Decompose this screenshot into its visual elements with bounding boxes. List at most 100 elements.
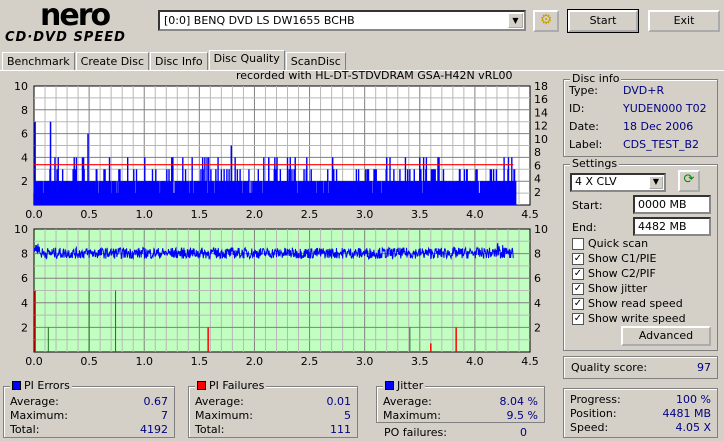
id-value: YUDEN000 T02 — [623, 102, 707, 115]
checkbox-label: Show C1/PIE — [588, 252, 657, 265]
pi-errors-swatch — [12, 381, 21, 390]
total-label: Total: — [195, 423, 225, 436]
maximum-label: Maximum: — [10, 409, 68, 422]
y-tick-label: 2 — [21, 175, 28, 188]
x-tick-label: 1.5 — [191, 208, 209, 221]
y2-tick-label: 12 — [534, 120, 548, 133]
settings-title: Settings — [570, 157, 620, 170]
jitter-average: 8.04 % — [499, 395, 538, 408]
x-tick-label: 1.0 — [135, 355, 153, 368]
x-tick-label: 4.0 — [466, 355, 484, 368]
jitter-swatch — [385, 381, 394, 390]
y-tick-label: 10 — [14, 80, 28, 93]
checkbox-show-jitter[interactable]: ✓ Show jitter — [572, 282, 647, 295]
speed-label: Speed: — [570, 421, 609, 434]
x-tick-label: 3.0 — [356, 355, 374, 368]
speed-value: 4 X CLV — [575, 175, 617, 188]
y2-tick-label: 4 — [534, 297, 541, 310]
y2-tick-label: 10 — [534, 223, 548, 236]
id-label: ID: — [569, 102, 585, 115]
pi-errors-maximum: 7 — [161, 409, 168, 422]
x-tick-label: 0.0 — [25, 208, 43, 221]
x-tick-label: 2.0 — [246, 208, 264, 221]
y2-tick-label: 8 — [534, 146, 541, 159]
checkbox-box[interactable] — [572, 237, 584, 250]
x-tick-label: 4.0 — [466, 208, 484, 221]
y2-tick-label: 10 — [534, 133, 548, 146]
quality-score-box: Quality score: 97 — [563, 356, 718, 379]
x-tick-label: 2.0 — [246, 355, 264, 368]
checkbox-quick-scan[interactable]: Quick scan — [572, 237, 648, 250]
jitter-group: Jitter Average: 8.04 % Maximum: 9.5 % — [376, 379, 545, 423]
start-input[interactable]: 0000 MB — [633, 195, 711, 214]
pi-errors-average: 0.67 — [143, 395, 169, 408]
y2-tick-label: 16 — [534, 93, 548, 106]
date-label: Date: — [569, 120, 599, 133]
end-input[interactable]: 4482 MB — [633, 217, 711, 236]
chevron-down-icon[interactable]: ▼ — [508, 13, 523, 28]
drive-select[interactable]: [0:0] BENQ DVD LS DW1655 BCHB ▼ — [158, 10, 526, 31]
exit-button[interactable]: Exit — [648, 10, 720, 32]
checkbox-label: Show write speed — [588, 312, 686, 325]
y-tick-label: 2 — [21, 321, 28, 334]
drive-value: [0:0] BENQ DVD LS DW1655 BCHB — [164, 14, 355, 27]
checkbox-show-c2-pif[interactable]: ✓ Show C2/PIF — [572, 267, 656, 280]
po-failures-label: PO failures: — [384, 426, 447, 439]
tab-create-disc[interactable]: Create Disc — [75, 52, 150, 70]
y-tick-label: 10 — [14, 223, 28, 236]
tab-disc-info[interactable]: Disc Info — [150, 52, 208, 70]
y2-tick-label: 2 — [534, 321, 541, 334]
checkbox-box[interactable]: ✓ — [572, 297, 584, 310]
advanced-button[interactable]: Advanced — [621, 326, 711, 346]
po-failures-value: 0 — [520, 426, 527, 439]
y-tick-label: 4 — [21, 151, 28, 164]
tab-bar: Benchmark Create Disc Disc Info Disc Qua… — [2, 50, 347, 71]
checkbox-label: Quick scan — [588, 237, 649, 250]
checkbox-show-c1-pie[interactable]: ✓ Show C1/PIE — [572, 252, 656, 265]
x-tick-label: 1.0 — [135, 208, 153, 221]
checkbox-show-read-speed[interactable]: ✓ Show read speed — [572, 297, 683, 310]
x-tick-label: 3.5 — [411, 355, 429, 368]
type-value: DVD+R — [623, 84, 665, 97]
chevron-down-icon[interactable]: ▼ — [649, 176, 663, 189]
x-tick-label: 0.0 — [25, 355, 43, 368]
average-label: Average: — [10, 395, 59, 408]
checkbox-label: Show read speed — [588, 297, 683, 310]
pi-errors-total: 4192 — [140, 423, 168, 436]
y-tick-label: 8 — [21, 248, 28, 261]
x-tick-label: 2.5 — [301, 208, 319, 221]
label-label: Label: — [569, 138, 603, 151]
checkbox-show-write-speed[interactable]: ✓ Show write speed — [572, 312, 686, 325]
speed-select[interactable]: 4 X CLV ▼ — [570, 173, 666, 192]
x-tick-label: 3.0 — [356, 208, 374, 221]
average-label: Average: — [383, 395, 432, 408]
position-label: Position: — [570, 407, 617, 420]
checkbox-box[interactable]: ✓ — [572, 267, 584, 280]
checkbox-box[interactable]: ✓ — [572, 282, 584, 295]
pi-failures-title: PI Failures — [209, 379, 265, 392]
end-label: End: — [572, 221, 597, 234]
average-label: Average: — [195, 395, 244, 408]
type-label: Type: — [569, 84, 598, 97]
y-tick-label: 8 — [21, 104, 28, 117]
total-label: Total: — [10, 423, 40, 436]
checkbox-box[interactable]: ✓ — [572, 252, 584, 265]
checkbox-box[interactable]: ✓ — [572, 312, 584, 325]
y2-tick-label: 14 — [534, 106, 548, 119]
tab-disc-quality[interactable]: Disc Quality — [208, 50, 285, 71]
tab-scandisc[interactable]: ScanDisc — [285, 52, 346, 70]
drive-config-icon[interactable]: ⚙ — [533, 10, 559, 32]
checkbox-label: Show jitter — [588, 282, 648, 295]
pi-failures-group: PI Failures Average: 0.01 Maximum: 5 Total… — [188, 379, 358, 438]
x-tick-label: 3.5 — [411, 208, 429, 221]
pi-errors-title: PI Errors — [24, 379, 70, 392]
label-value: CDS_TEST_B2 — [623, 138, 700, 151]
y2-tick-label: 6 — [534, 272, 541, 285]
start-button[interactable]: Start — [567, 9, 639, 33]
refresh-icon[interactable]: ⟳ — [678, 170, 700, 192]
x-tick-label: 2.5 — [301, 355, 319, 368]
quality-score-label: Quality score: — [571, 361, 648, 374]
tab-benchmark[interactable]: Benchmark — [2, 52, 75, 70]
jitter-title: Jitter — [397, 379, 424, 392]
maximum-label: Maximum: — [195, 409, 253, 422]
